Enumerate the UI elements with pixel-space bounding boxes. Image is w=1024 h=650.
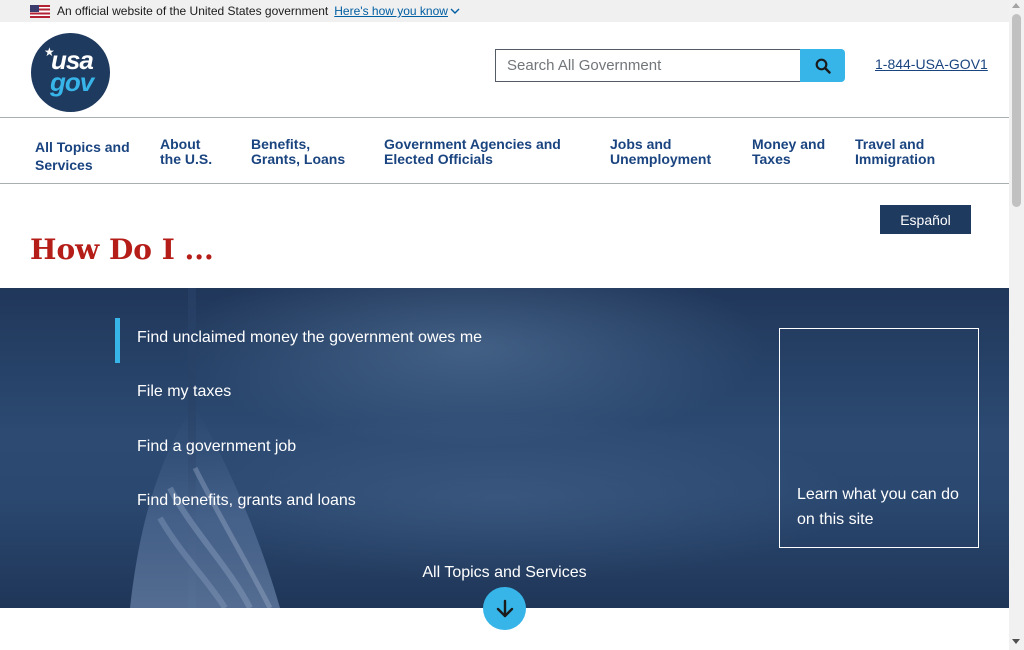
howdo-link-file-taxes[interactable]: File my taxes xyxy=(137,383,231,401)
site-header: ★ usa gov Search All Government 1-844-US… xyxy=(0,22,1009,118)
search-input[interactable]: Search All Government xyxy=(495,49,801,82)
scrollbar-thumb[interactable] xyxy=(1012,14,1021,207)
how-do-i-hero: Find unclaimed money the government owes… xyxy=(0,288,1009,608)
learn-more-card[interactable]: Learn what you can do on this site xyxy=(779,328,979,548)
nav-label-line[interactable]: About xyxy=(160,137,212,152)
scroll-up-arrow-icon[interactable] xyxy=(1012,3,1020,8)
nav-label-line[interactable]: Taxes xyxy=(752,152,825,167)
active-item-indicator xyxy=(115,318,120,363)
gov-banner: An official website of the United States… xyxy=(0,0,1009,22)
scroll-down-arrow-icon[interactable] xyxy=(1012,639,1020,644)
chevron-down-icon xyxy=(450,8,460,14)
page-title: How Do I ... xyxy=(30,233,214,266)
all-topics-label[interactable]: All Topics and Services xyxy=(0,564,1009,582)
nav-item-agencies[interactable]: Government Agencies and Elected Official… xyxy=(384,137,561,167)
howdo-link-benefits[interactable]: Find benefits, grants and loans xyxy=(137,492,356,510)
main-nav: All Topics and Services About the U.S. B… xyxy=(0,118,1009,184)
nav-label-line[interactable]: Money and xyxy=(752,137,825,152)
nav-label-line[interactable]: Benefits, xyxy=(251,137,345,152)
nav-label-line[interactable]: Travel and xyxy=(855,137,935,152)
howdo-link-unclaimed-money[interactable]: Find unclaimed money the government owes… xyxy=(137,329,482,347)
search-icon xyxy=(815,58,831,74)
nav-label-line[interactable]: Grants, Loans xyxy=(251,152,345,167)
nav-item-travel[interactable]: Travel and Immigration xyxy=(855,137,935,167)
howdo-link-government-job[interactable]: Find a government job xyxy=(137,438,296,456)
nav-item-all-topics[interactable]: All Topics and Services xyxy=(35,138,130,174)
how-you-know-link[interactable]: Here's how you know xyxy=(334,4,460,18)
espanol-button[interactable]: Español xyxy=(880,205,971,234)
search-button[interactable] xyxy=(800,49,845,82)
logo-text-gov: gov xyxy=(50,67,94,97)
nav-label-line[interactable]: the U.S. xyxy=(160,152,212,167)
phone-link[interactable]: 1-844-USA-GOV1 xyxy=(875,56,988,72)
nav-label-line[interactable]: All Topics and xyxy=(35,138,130,156)
nav-item-money[interactable]: Money and Taxes xyxy=(752,137,825,167)
nav-item-benefits[interactable]: Benefits, Grants, Loans xyxy=(251,137,345,167)
nav-label-line[interactable]: Immigration xyxy=(855,152,935,167)
arrow-down-icon xyxy=(496,599,513,617)
nav-item-about[interactable]: About the U.S. xyxy=(160,137,212,167)
page-scrollbar[interactable] xyxy=(1009,0,1024,650)
usagov-logo[interactable]: ★ usa gov xyxy=(31,33,110,112)
nav-label-line[interactable]: Services xyxy=(35,156,130,174)
official-site-text: An official website of the United States… xyxy=(57,4,329,18)
scroll-down-button[interactable] xyxy=(483,587,526,630)
nav-label-line[interactable]: Government Agencies and xyxy=(384,137,561,152)
nav-label-line[interactable]: Elected Officials xyxy=(384,152,561,167)
nav-item-jobs[interactable]: Jobs and Unemployment xyxy=(610,137,711,167)
nav-label-line[interactable]: Jobs and xyxy=(610,137,711,152)
how-you-know-label[interactable]: Here's how you know xyxy=(334,4,448,18)
nav-label-line[interactable]: Unemployment xyxy=(610,152,711,167)
us-flag-icon xyxy=(30,4,50,18)
learn-more-text[interactable]: Learn what you can do on this site xyxy=(797,482,967,532)
